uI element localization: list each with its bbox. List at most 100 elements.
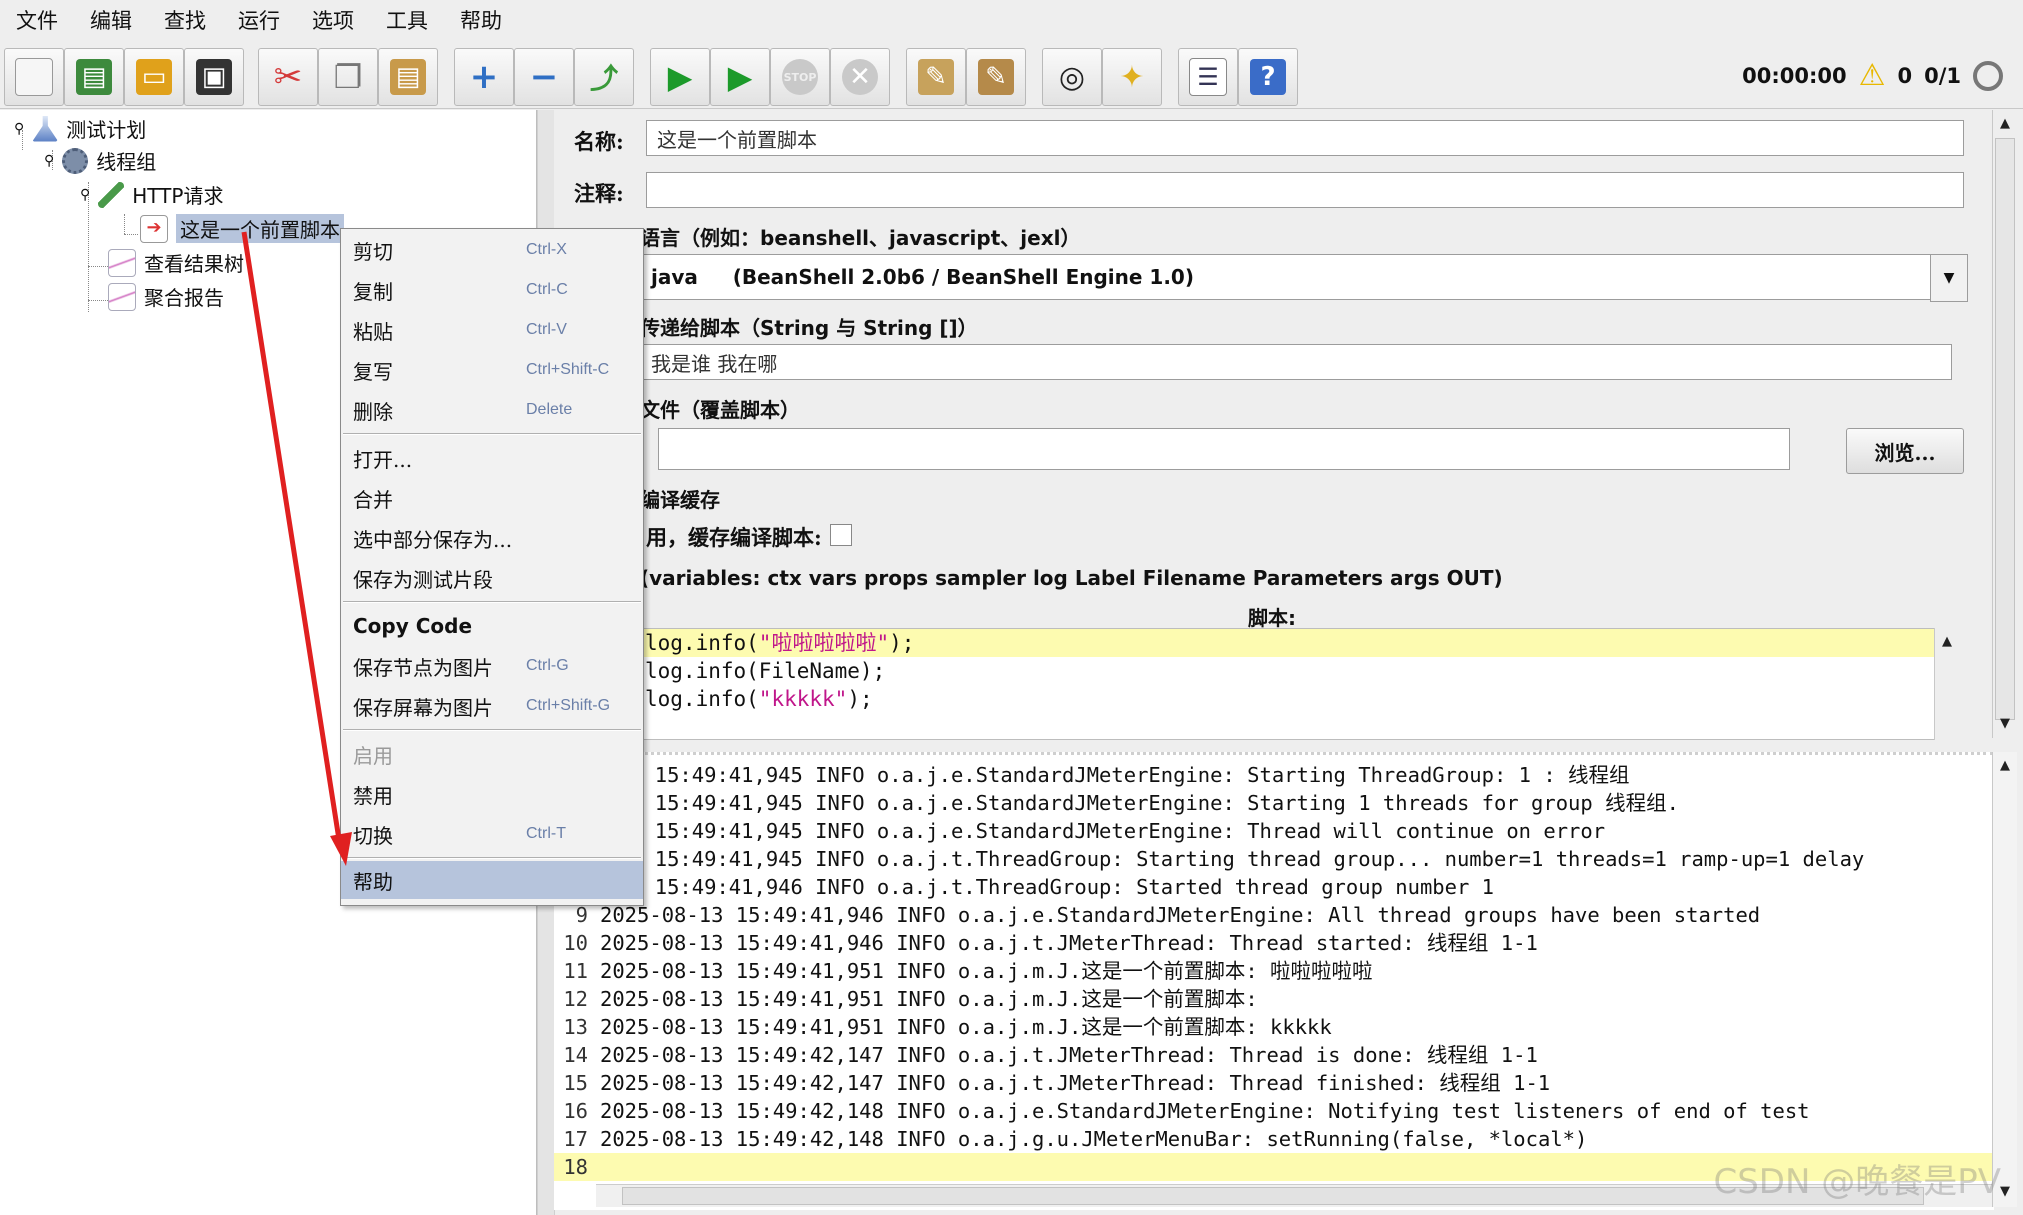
menu-separator (343, 601, 641, 603)
log-line-text: 2025-08-13 15:49:41,946 INFO o.a.j.e.Sta… (600, 903, 1761, 927)
language-group-title: 语言（例如：beanshell、javascript、jexl） (640, 226, 1081, 250)
scroll-thumb[interactable] (1995, 138, 2015, 720)
code-line: log.info("啦啦啦啦啦"); (641, 629, 1937, 657)
collapse-all-button[interactable]: − (514, 48, 574, 106)
tree-line (88, 300, 108, 301)
clear-button[interactable]: ✎ (906, 48, 966, 106)
pipette-icon (98, 181, 125, 208)
menu-item-save-screen-image[interactable]: 保存屏幕为图片 Ctrl+Shift-G (341, 687, 643, 725)
paste-button[interactable]: ▤ (378, 48, 438, 106)
log-line: 12 2025-08-13 15:49:41,951 INFO o.a.j.m.J… (554, 985, 1994, 1013)
log-line: 17 2025-08-13 15:49:42,148 INFO o.a.j.g.u… (554, 1125, 1994, 1153)
cache-checkbox[interactable] (830, 524, 852, 546)
name-field[interactable]: 这是一个前置脚本 (646, 120, 1964, 156)
tree-item-thread-group[interactable]: ⚲ 线程组 (44, 146, 156, 175)
tree-item-view-results-tree[interactable]: 查看结果树 (108, 248, 244, 277)
scroll-up-icon[interactable]: ▲ (1995, 114, 2015, 134)
expand-all-button[interactable]: + (454, 48, 514, 106)
templates-icon: ▤ (76, 59, 112, 95)
menu-item-paste[interactable]: 粘贴 Ctrl-V (341, 311, 643, 349)
log-line-number: 18 (563, 1155, 588, 1179)
menu-item-merge[interactable]: 合并 (341, 479, 643, 517)
toggle-button[interactable]: ⤴ (574, 48, 634, 106)
log-line-text: 5-08-13 15:49:41,945 INFO o.a.j.e.Standa… (556, 763, 1630, 787)
log-line: 5-08-13 15:49:41,945 INFO o.a.j.e.Standa… (554, 761, 1994, 789)
tree-item-aggregate-report[interactable]: 聚合报告 (108, 282, 224, 311)
help-button[interactable]: ? (1238, 48, 1298, 106)
menu-item-save-node-image[interactable]: 保存节点为图片 Ctrl-G (341, 647, 643, 685)
templates-button[interactable]: ▤ (64, 48, 124, 106)
script-icon: ➔ (140, 214, 168, 243)
expand-handle-icon[interactable]: ⚲ (80, 187, 90, 203)
language-select[interactable]: java (BeanShell 2.0b6 / BeanShell Engine… (640, 254, 1950, 300)
log-line: 5-08-13 15:49:41,945 INFO o.a.j.t.Thread… (554, 845, 1994, 873)
tree-item-test-plan[interactable]: ⚲ 测试计划 (14, 114, 146, 143)
clear-all-button[interactable]: ✎ (966, 48, 1026, 106)
name-label: 名称: (574, 129, 624, 154)
log-line: 9 2025-08-13 15:49:41,946 INFO o.a.j.e.St… (554, 901, 1994, 929)
menu-item-cut[interactable]: 剪切 Ctrl-X (341, 231, 643, 269)
tree-item-label: 线程组 (96, 150, 157, 174)
shutdown-button[interactable]: ✕ (830, 48, 890, 106)
log-line-number: 14 (563, 1043, 588, 1067)
expand-handle-icon[interactable]: ⚲ (44, 153, 54, 169)
menu-item-copy[interactable]: 复制 Ctrl-C (341, 271, 643, 309)
start-no-pauses-button[interactable]: ▶ (710, 48, 770, 106)
broom-icon: ✦ (1119, 59, 1145, 95)
stop-button[interactable]: STOP (770, 48, 830, 106)
menu-options[interactable]: 选项 (296, 5, 370, 35)
copy-button[interactable]: ❐ (318, 48, 378, 106)
menu-help[interactable]: 帮助 (444, 5, 518, 35)
parameters-field[interactable]: 我是谁 我在哪 (640, 344, 1952, 380)
menu-item-copy-code[interactable]: Copy Code (341, 607, 643, 645)
menu-edit[interactable]: 编辑 (74, 5, 148, 35)
save-button[interactable]: ▣ (184, 48, 244, 106)
start-button[interactable]: ▶ (650, 48, 710, 106)
tree-item-label: HTTP请求 (132, 184, 224, 208)
menu-item-save-selection[interactable]: 选中部分保存为... (341, 519, 643, 557)
start-no-pauses-icon: ▶ (727, 58, 753, 96)
search-button[interactable]: ◎ (1042, 48, 1102, 106)
tree-item-http-request[interactable]: ⚲ HTTP请求 (80, 180, 223, 209)
stop-icon: STOP (782, 59, 818, 95)
menu-item-disable[interactable]: 禁用 (341, 775, 643, 813)
scroll-down-icon[interactable]: ▼ (1995, 714, 2015, 734)
function-helper-button[interactable]: ☰ (1178, 48, 1238, 106)
form-scrollbar[interactable]: ▲ ▼ (1992, 110, 2017, 738)
menu-item-help[interactable]: 帮助 (341, 861, 643, 899)
new-button[interactable] (4, 48, 64, 106)
menu-item-duplicate[interactable]: 复写 Ctrl+Shift-C (341, 351, 643, 389)
file-path-field[interactable] (658, 428, 1790, 470)
script-editor[interactable]: log.info("啦啦啦啦啦"); log.info(FileName); l… (640, 628, 1938, 740)
language-select-value: java (BeanShell 2.0b6 / BeanShell Engine… (651, 265, 1194, 289)
scroll-up-icon[interactable]: ▲ (1937, 632, 1957, 652)
menu-run[interactable]: 运行 (222, 5, 296, 35)
reset-search-button[interactable]: ✦ (1102, 48, 1162, 106)
menu-item-delete[interactable]: 删除 Delete (341, 391, 643, 429)
log-line: 10 2025-08-13 15:49:41,946 INFO o.a.j.t.J… (554, 929, 1994, 957)
log-line-number: 17 (563, 1127, 588, 1151)
chevron-down-icon[interactable]: ▼ (1930, 254, 1968, 302)
menu-tools[interactable]: 工具 (370, 5, 444, 35)
warning-icon[interactable]: ⚠ (1859, 58, 1886, 93)
menu-item-toggle[interactable]: 切换 Ctrl-T (341, 815, 643, 853)
browse-button[interactable]: 浏览... (1846, 428, 1964, 474)
menu-item-open[interactable]: 打开... (341, 439, 643, 477)
menu-item-save-fragment[interactable]: 保存为测试片段 (341, 559, 643, 597)
tree-item-preprocessor[interactable]: ➔ 这是一个前置脚本 (140, 214, 344, 243)
graph-icon (108, 282, 136, 311)
cut-button[interactable]: ✂ (258, 48, 318, 106)
scroll-up-icon[interactable]: ▲ (1995, 756, 2015, 776)
code-line: log.info("kkkkk"); (645, 687, 873, 711)
menu-file[interactable]: 文件 (0, 5, 74, 35)
script-scrollbar[interactable]: ▲ (1934, 628, 1959, 740)
comment-field[interactable] (646, 172, 1964, 208)
log-scrollbar[interactable]: ▲ ▼ (1992, 752, 2017, 1207)
expand-handle-icon[interactable]: ⚲ (14, 121, 24, 137)
open-button[interactable]: ▭ (124, 48, 184, 106)
cache-label: 用，缓存编译脚本: (646, 525, 822, 550)
log-line-text: 5-08-13 15:49:41,945 INFO o.a.j.t.Thread… (556, 847, 1865, 871)
log-viewer[interactable]: 5-08-13 15:49:41,945 INFO o.a.j.e.Standa… (554, 752, 1994, 1210)
menu-search[interactable]: 查找 (148, 5, 222, 35)
expand-icon: + (469, 57, 499, 97)
